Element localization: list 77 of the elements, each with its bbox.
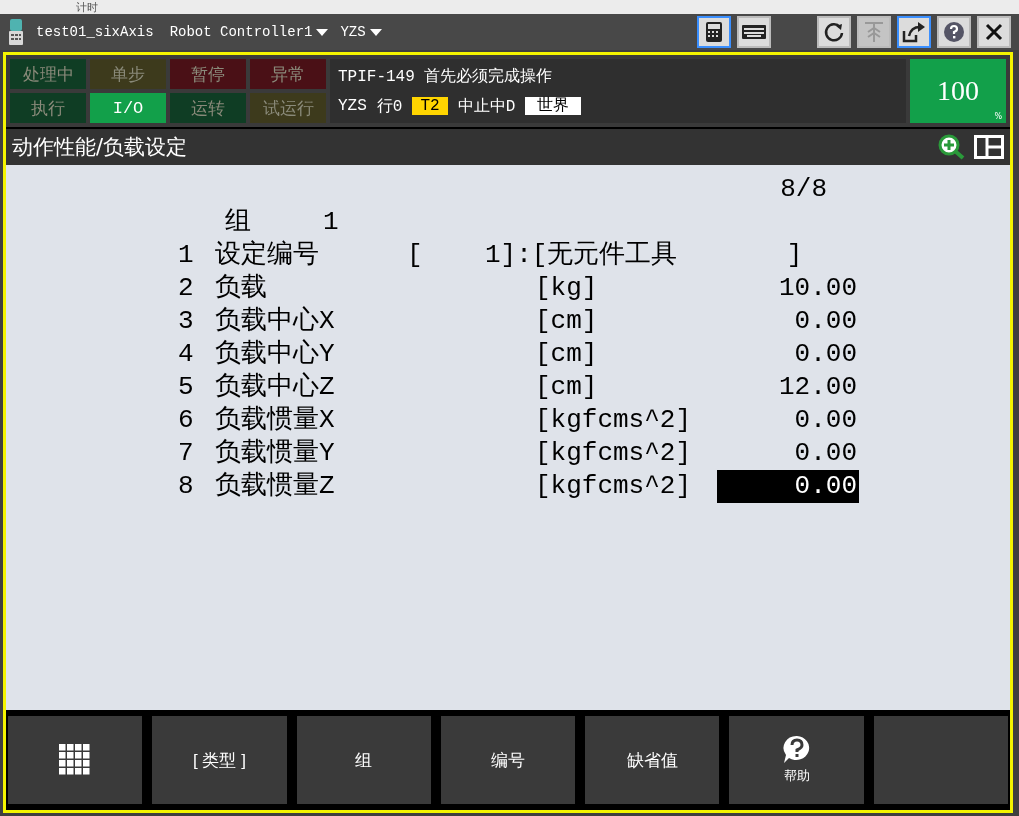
split-view-icon[interactable]	[974, 135, 1004, 159]
caret-icon	[316, 28, 329, 36]
status-lamp: 运转	[170, 93, 246, 123]
item-label: 设定编号	[215, 239, 320, 272]
item-number: 2	[178, 272, 195, 305]
function-key[interactable]: 缺省值	[585, 716, 720, 804]
group-label: 组	[225, 206, 251, 239]
status-lamp: 试运行	[250, 93, 326, 123]
background-window-text: 计时	[76, 2, 98, 14]
status-lamp: 处理中	[10, 59, 86, 89]
alarm-message: TPIF-149 首先必须完成操作	[338, 66, 553, 87]
grid-menu-icon	[59, 744, 92, 776]
config-value[interactable]: [ 1]:[无元件工具 ]	[407, 239, 859, 272]
item-unit: [kg]	[535, 272, 599, 305]
value-field[interactable]: 0.00	[717, 437, 859, 470]
menu-button[interactable]	[8, 716, 143, 804]
help-button[interactable]	[937, 16, 971, 48]
zoom-in-icon[interactable]	[938, 134, 966, 160]
override-value: 100	[937, 75, 979, 107]
coordinate-frame: 世界	[525, 97, 582, 115]
item-label: 负载惯量Z	[215, 470, 336, 503]
item-label: 负载惯量X	[215, 404, 336, 437]
item-label: 负载惯量Y	[215, 437, 336, 470]
item-unit: [cm]	[535, 305, 599, 338]
export-arrow-icon	[902, 21, 926, 43]
keyboard-icon	[741, 24, 767, 40]
group-value: 1	[323, 206, 339, 239]
status-lamp: 执行	[10, 93, 86, 123]
controller-dropdown[interactable]: Robot Controller1	[169, 24, 329, 40]
help-icon	[943, 21, 965, 43]
item-unit: [cm]	[535, 338, 599, 371]
item-number: 4	[178, 338, 195, 371]
item-number: 1	[178, 239, 195, 272]
help-key[interactable]: 帮助	[729, 716, 864, 804]
mode-indicator: T2	[412, 97, 448, 115]
close-icon	[984, 22, 1004, 42]
item-number: 5	[178, 371, 195, 404]
refresh-icon	[823, 21, 845, 43]
robot-name: YZS	[338, 97, 367, 115]
line-number: 行0	[376, 96, 403, 117]
item-number: 8	[178, 470, 195, 503]
function-key[interactable]: 编号	[440, 716, 576, 804]
page-indicator: 8/8	[779, 173, 828, 206]
value-field[interactable]: 0.00	[717, 470, 859, 503]
item-label: 负载中心X	[215, 305, 336, 338]
status-lamp: I/O	[90, 93, 166, 123]
value-field[interactable]: 0.00	[717, 338, 859, 371]
percent-sign: %	[994, 112, 1002, 121]
status-lamp: 单步	[90, 59, 166, 89]
export-button[interactable]	[897, 16, 931, 48]
item-number: 6	[178, 404, 195, 437]
value-field[interactable]: 10.00	[717, 272, 859, 305]
item-number: 3	[178, 305, 195, 338]
upward-arrows-icon	[863, 20, 885, 44]
status-lamp: 暂停	[170, 59, 246, 89]
caret-icon	[369, 28, 382, 36]
project-name: test01_sixAxis	[36, 24, 154, 40]
refresh-button[interactable]	[817, 16, 851, 48]
value-field[interactable]: 12.00	[717, 371, 859, 404]
screen-title: 动作性能/负载设定	[12, 134, 188, 161]
close-button[interactable]	[977, 16, 1011, 48]
function-key[interactable]: 组	[296, 716, 431, 804]
program-state: 中止中D	[457, 96, 516, 117]
status-lamp: 异常	[250, 59, 326, 89]
keyboard-button[interactable]	[737, 16, 771, 48]
item-label: 负载	[215, 272, 268, 305]
item-unit: [kgfcms^2]	[535, 437, 693, 470]
item-number: 7	[178, 437, 195, 470]
item-unit: [kgfcms^2]	[535, 470, 693, 503]
function-key[interactable]: [ 类型 ]	[152, 716, 287, 804]
item-label: 负载中心Z	[215, 371, 336, 404]
item-unit: [kgfcms^2]	[535, 404, 693, 437]
value-field[interactable]: 0.00	[717, 404, 859, 437]
item-unit: [cm]	[535, 371, 599, 404]
value-field[interactable]: 0.00	[717, 305, 859, 338]
robot-dropdown[interactable]: YZS	[340, 24, 382, 40]
item-label: 负载中心Y	[215, 338, 336, 371]
